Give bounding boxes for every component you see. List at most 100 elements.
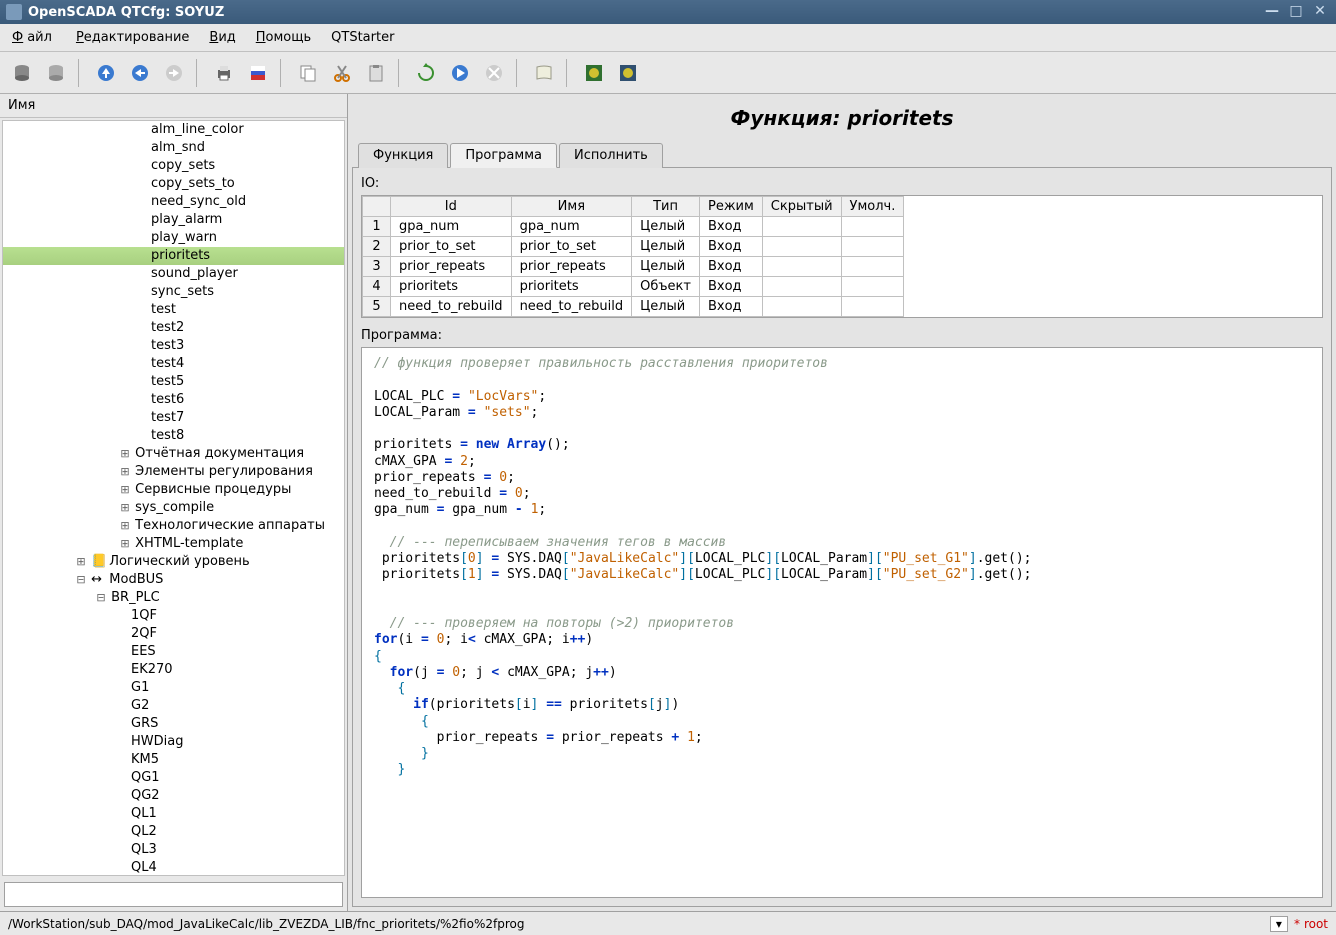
tree-item[interactable]: test4 [3, 355, 344, 373]
tree-item[interactable]: alm_line_color [3, 121, 344, 139]
table-header: Id [391, 197, 512, 217]
tree-item[interactable]: play_alarm [3, 211, 344, 229]
play-icon[interactable] [446, 59, 474, 87]
page-title: Функция: prioritets [352, 98, 1332, 142]
menu-edit[interactable]: Редактирование [72, 28, 193, 47]
tree-item[interactable]: 1QF [3, 607, 344, 625]
table-row[interactable]: 1gpa_numgpa_numЦелыйВход [363, 217, 904, 237]
table-row[interactable]: 2prior_to_setprior_to_setЦелыйВход [363, 237, 904, 257]
tree-item[interactable]: QL1 [3, 805, 344, 823]
tree-item[interactable]: HWDiag [3, 733, 344, 751]
tree-item[interactable]: need_sync_old [3, 193, 344, 211]
status-path: /WorkStation/sub_DAQ/mod_JavaLikeCalc/li… [8, 917, 524, 931]
tree-item[interactable]: play_warn [3, 229, 344, 247]
io-label: IO: [361, 176, 1323, 191]
tool1-icon[interactable] [580, 59, 608, 87]
tool2-icon[interactable] [614, 59, 642, 87]
tree-item[interactable]: test3 [3, 337, 344, 355]
close-button[interactable]: ✕ [1310, 4, 1330, 20]
sidebar-header: Имя [0, 94, 347, 118]
book-icon[interactable] [530, 59, 558, 87]
tabs: ФункцияПрограммаИсполнить [352, 142, 1332, 168]
status-modified: * [1294, 917, 1300, 931]
io-table-wrap: IdИмяТипРежимСкрытыйУмолч.1gpa_numgpa_nu… [361, 195, 1323, 318]
up-icon[interactable] [92, 59, 120, 87]
tree-item[interactable]: QG2 [3, 787, 344, 805]
tree-item[interactable]: test2 [3, 319, 344, 337]
table-header: Умолч. [841, 197, 904, 217]
menubar: Файл Редактирование Вид Помощь QTStarter [0, 24, 1336, 52]
toolbar [0, 52, 1336, 94]
tree-item[interactable]: QG1 [3, 769, 344, 787]
paste-icon[interactable] [362, 59, 390, 87]
tree-item[interactable]: GRS [3, 715, 344, 733]
db-icon[interactable] [8, 59, 36, 87]
tree-item[interactable]: alm_snd [3, 139, 344, 157]
forward-icon[interactable] [160, 59, 188, 87]
tab[interactable]: Исполнить [559, 143, 663, 168]
tab[interactable]: Функция [358, 143, 448, 168]
app-icon [6, 4, 22, 20]
copy-icon[interactable] [294, 59, 322, 87]
tree-item[interactable]: sound_player [3, 265, 344, 283]
table-row[interactable]: 5need_to_rebuildneed_to_rebuildЦелыйВход [363, 297, 904, 317]
menu-help[interactable]: Помощь [252, 28, 315, 47]
tree-item[interactable]: EK270 [3, 661, 344, 679]
tree-item[interactable]: ⊞ Элементы регулирования [3, 463, 344, 481]
table-row[interactable]: 3prior_repeatsprior_repeatsЦелыйВход [363, 257, 904, 277]
maximize-button[interactable]: □ [1286, 4, 1306, 20]
menu-qtstarter[interactable]: QTStarter [327, 28, 398, 47]
sidebar-filter-wrap [4, 882, 343, 907]
table-header: Тип [632, 197, 700, 217]
tree-item[interactable]: ⊞ Технологические аппараты [3, 517, 344, 535]
tab[interactable]: Программа [450, 143, 557, 168]
menu-file[interactable]: Файл [8, 28, 60, 47]
tree-item[interactable]: ⊞ 📒 Логический уровень [3, 553, 344, 571]
tree-item[interactable]: QL2 [3, 823, 344, 841]
tree-item[interactable]: ⊞ Отчётная документация [3, 445, 344, 463]
table-header: Режим [699, 197, 762, 217]
tree-item[interactable]: EES [3, 643, 344, 661]
tree-item[interactable]: 2QF [3, 625, 344, 643]
tree-item[interactable]: G1 [3, 679, 344, 697]
print-icon[interactable] [210, 59, 238, 87]
main-panel: Функция: prioritets ФункцияПрограммаИспо… [348, 94, 1336, 911]
tree-item[interactable]: ⊞ XHTML-template [3, 535, 344, 553]
tree-item[interactable]: copy_sets [3, 157, 344, 175]
flag-icon[interactable] [244, 59, 272, 87]
refresh-icon[interactable] [412, 59, 440, 87]
tree-item[interactable]: QL4 [3, 859, 344, 876]
cut-icon[interactable] [328, 59, 356, 87]
table-header: Скрытый [762, 197, 841, 217]
menu-view[interactable]: Вид [205, 28, 239, 47]
minimize-button[interactable]: — [1262, 4, 1282, 20]
tree-item[interactable]: test8 [3, 427, 344, 445]
db2-icon[interactable] [42, 59, 70, 87]
tree-item[interactable]: G2 [3, 697, 344, 715]
tree-item[interactable]: prioritets [3, 247, 344, 265]
io-table[interactable]: IdИмяТипРежимСкрытыйУмолч.1gpa_numgpa_nu… [362, 196, 904, 317]
tree-item[interactable]: test5 [3, 373, 344, 391]
status-combo[interactable]: ▾ [1270, 916, 1288, 932]
program-label: Программа: [361, 328, 1323, 343]
tab-body: IO: IdИмяТипРежимСкрытыйУмолч.1gpa_numgp… [352, 168, 1332, 907]
tree-item[interactable]: ⊟ BR_PLC [3, 589, 344, 607]
tree-item[interactable]: ⊞ Сервисные процедуры [3, 481, 344, 499]
tree-item[interactable]: sync_sets [3, 283, 344, 301]
tree-item[interactable]: ⊞ sys_compile [3, 499, 344, 517]
stop-icon[interactable] [480, 59, 508, 87]
back-icon[interactable] [126, 59, 154, 87]
table-header: Имя [511, 197, 632, 217]
tree-item[interactable]: test6 [3, 391, 344, 409]
tree-item[interactable]: KM5 [3, 751, 344, 769]
tree-item[interactable]: test7 [3, 409, 344, 427]
tree-item[interactable]: ⊟ ↔ ModBUS [3, 571, 344, 589]
tree-item[interactable]: QL3 [3, 841, 344, 859]
tree-view[interactable]: alm_line_coloralm_sndcopy_setscopy_sets_… [2, 120, 345, 876]
tree-item[interactable]: copy_sets_to [3, 175, 344, 193]
sidebar-filter-input[interactable] [4, 882, 343, 907]
code-editor[interactable]: // функция проверяет правильность расста… [361, 347, 1323, 898]
tree-item[interactable]: test [3, 301, 344, 319]
statusbar: /WorkStation/sub_DAQ/mod_JavaLikeCalc/li… [0, 911, 1336, 935]
table-row[interactable]: 4prioritetsprioritetsОбъектВход [363, 277, 904, 297]
